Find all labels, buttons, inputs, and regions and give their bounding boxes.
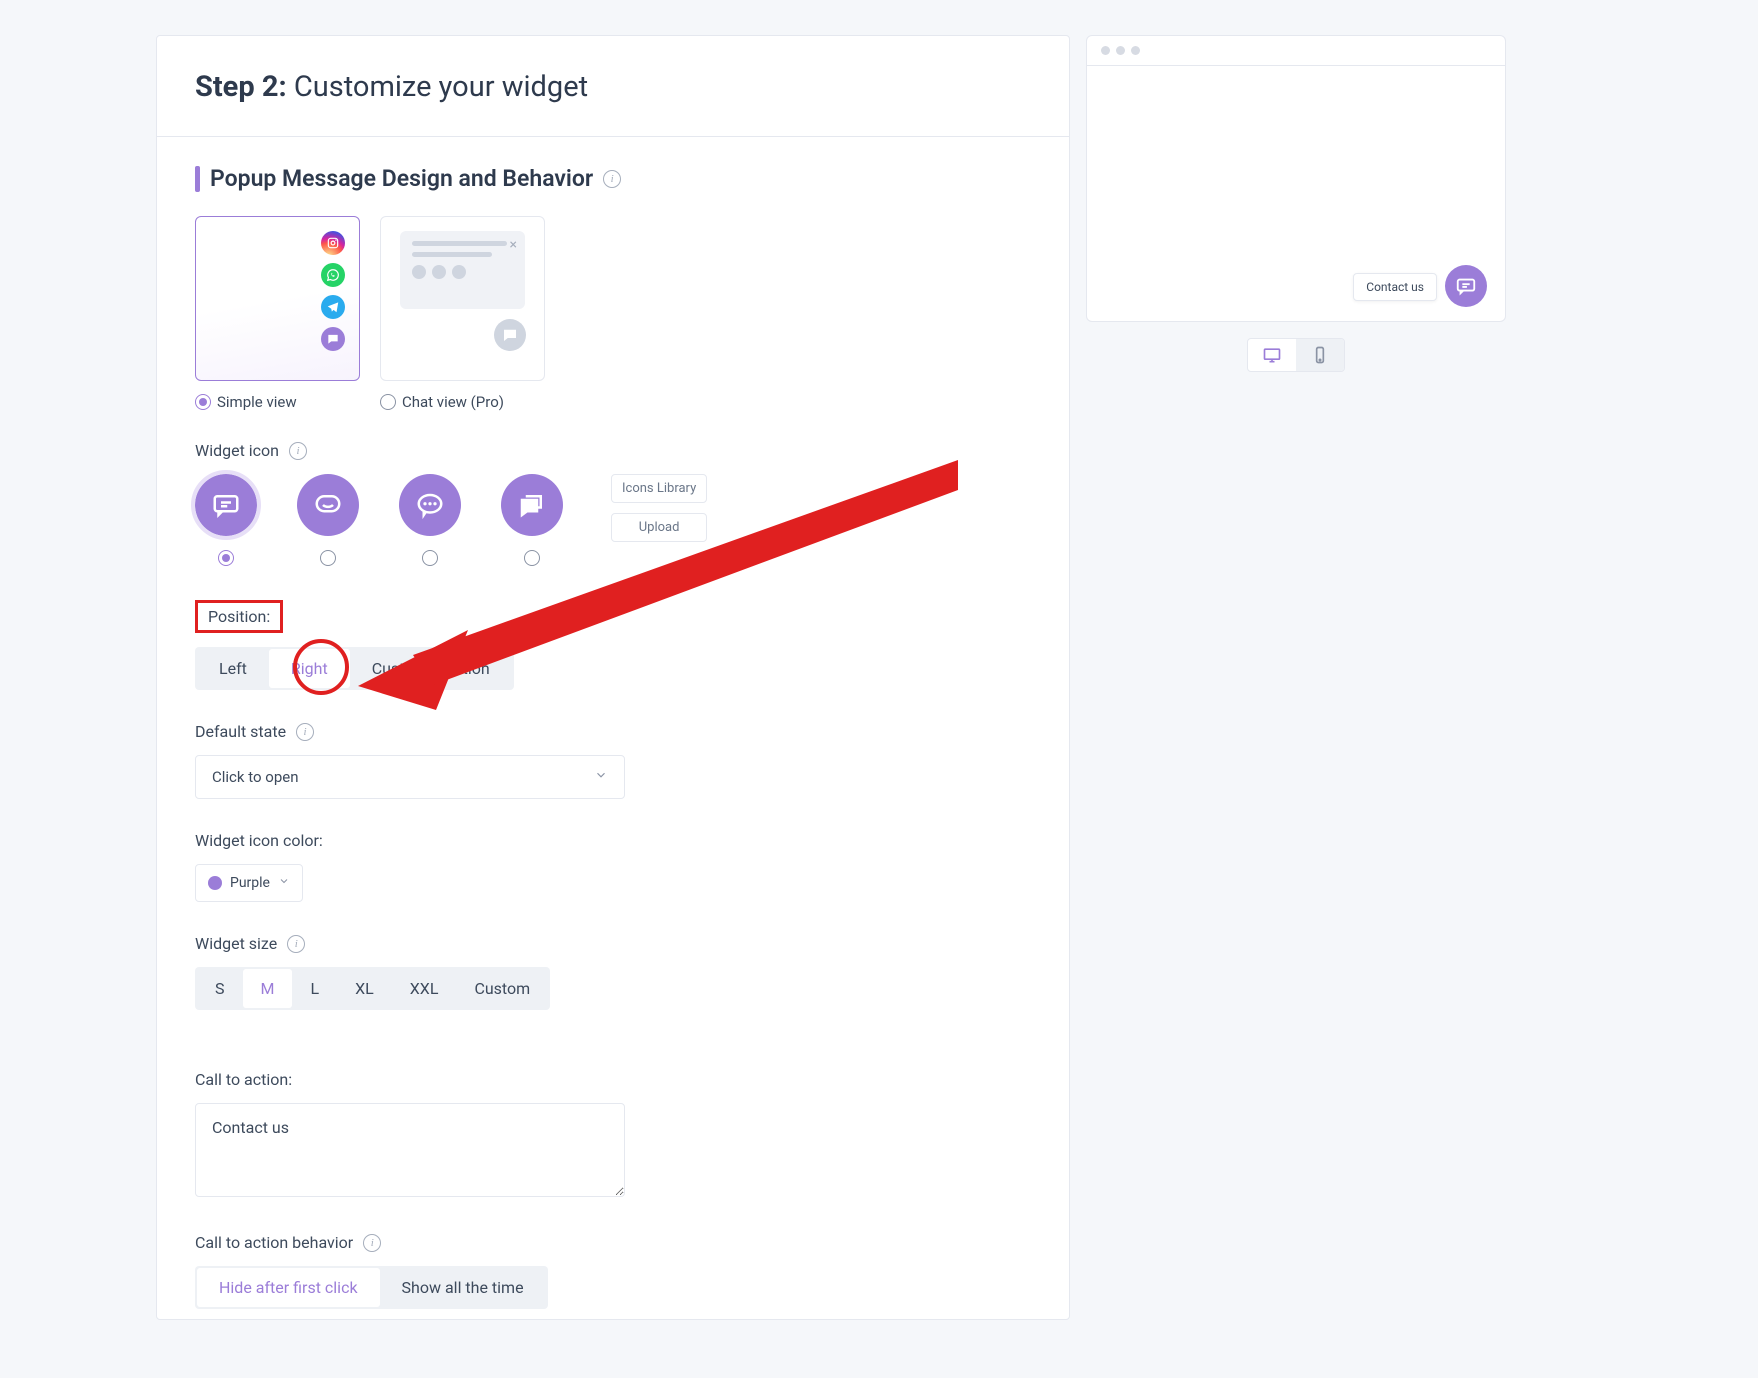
window-dot bbox=[1101, 46, 1110, 55]
widget-color-label: Widget icon color: bbox=[195, 831, 1031, 850]
preview-window-bar bbox=[1087, 36, 1505, 66]
settings-card: Step 2: Customize your widget Popup Mess… bbox=[156, 35, 1070, 1320]
widget-icon-1 bbox=[195, 474, 257, 536]
widget-icon-option-3[interactable] bbox=[399, 474, 461, 566]
device-desktop[interactable] bbox=[1248, 339, 1296, 371]
size-xxl[interactable]: XXL bbox=[392, 969, 457, 1008]
widget-icon-3 bbox=[399, 474, 461, 536]
position-right[interactable]: Right bbox=[269, 649, 350, 688]
radio-icon bbox=[524, 550, 540, 566]
widget-icon-option-4[interactable] bbox=[501, 474, 563, 566]
chat-view-radio[interactable]: Chat view (Pro) bbox=[380, 393, 545, 411]
info-icon[interactable]: i bbox=[296, 723, 314, 741]
whatsapp-icon bbox=[321, 263, 345, 287]
chat-preview-float bbox=[494, 319, 526, 351]
window-dot bbox=[1131, 46, 1140, 55]
color-value: Purple bbox=[230, 875, 270, 891]
cta-textarea[interactable] bbox=[195, 1103, 625, 1197]
chevron-down-icon bbox=[278, 875, 290, 891]
device-switch bbox=[1086, 338, 1506, 372]
section-title: Popup Message Design and Behavior bbox=[210, 165, 593, 192]
position-label: Position: bbox=[208, 607, 270, 626]
default-state-label: Default state i bbox=[195, 722, 1031, 741]
widget-icon-label: Widget icon i bbox=[195, 441, 1031, 460]
radio-icon bbox=[195, 394, 211, 410]
size-m[interactable]: M bbox=[243, 969, 293, 1008]
position-label-highlight: Position: bbox=[195, 600, 283, 633]
widget-color-button[interactable]: Purple bbox=[195, 864, 303, 902]
telegram-icon bbox=[321, 295, 345, 319]
radio-icon bbox=[380, 394, 396, 410]
radio-icon bbox=[320, 550, 336, 566]
upload-button[interactable]: Upload bbox=[611, 513, 707, 542]
widget-icon-option-2[interactable] bbox=[297, 474, 359, 566]
info-icon[interactable]: i bbox=[363, 1234, 381, 1252]
window-dot bbox=[1116, 46, 1125, 55]
close-icon: × bbox=[510, 237, 517, 253]
size-l[interactable]: L bbox=[292, 969, 337, 1008]
size-xl[interactable]: XL bbox=[337, 969, 392, 1008]
info-icon[interactable]: i bbox=[603, 170, 621, 188]
chat-view-label: Chat view (Pro) bbox=[402, 393, 504, 411]
info-icon[interactable]: i bbox=[287, 935, 305, 953]
widget-icon-2 bbox=[297, 474, 359, 536]
preview-window: Contact us bbox=[1086, 35, 1506, 322]
view-row: Simple view × bbox=[195, 216, 1031, 411]
chat-bubble-icon bbox=[321, 327, 345, 351]
simple-view-card bbox=[195, 216, 360, 381]
position-segmented: Left Right Custom Position bbox=[195, 647, 514, 690]
cta-behavior-show[interactable]: Show all the time bbox=[380, 1268, 546, 1307]
device-mobile[interactable] bbox=[1296, 339, 1344, 371]
default-state-select[interactable]: Click to open bbox=[195, 755, 625, 799]
widget-icon-4 bbox=[501, 474, 563, 536]
page-title: Step 2: Customize your widget bbox=[195, 70, 1031, 104]
card-header: Step 2: Customize your widget bbox=[157, 36, 1069, 137]
size-s[interactable]: S bbox=[197, 969, 243, 1008]
widget-icon-option-1[interactable] bbox=[195, 474, 257, 566]
position-custom[interactable]: Custom Position bbox=[350, 649, 512, 688]
preview-body: Contact us bbox=[1087, 66, 1505, 321]
radio-icon bbox=[422, 550, 438, 566]
preview-card: Contact us bbox=[1086, 35, 1506, 372]
view-option-chat[interactable]: × Chat view (Pro) bbox=[380, 216, 545, 411]
preview-cta-pill[interactable]: Contact us bbox=[1353, 273, 1437, 301]
instagram-icon bbox=[321, 231, 345, 255]
size-segmented: S M L XL XXL Custom bbox=[195, 967, 550, 1010]
size-custom[interactable]: Custom bbox=[456, 969, 548, 1008]
cta-label: Call to action: bbox=[195, 1070, 1031, 1089]
info-icon[interactable]: i bbox=[289, 442, 307, 460]
view-option-simple[interactable]: Simple view bbox=[195, 216, 360, 411]
chat-view-card: × bbox=[380, 216, 545, 381]
cta-behavior-hide[interactable]: Hide after first click bbox=[197, 1268, 380, 1307]
widget-icon-row: Icons Library Upload bbox=[195, 474, 1031, 566]
chat-preview-box: × bbox=[400, 231, 525, 309]
section-header: Popup Message Design and Behavior i bbox=[195, 165, 1031, 192]
section-accent bbox=[195, 166, 200, 192]
cta-behavior-segmented: Hide after first click Show all the time bbox=[195, 1266, 548, 1309]
widget-size-label: Widget size i bbox=[195, 934, 1031, 953]
chevron-down-icon bbox=[594, 768, 608, 786]
default-state-value: Click to open bbox=[212, 768, 298, 786]
preview-widget-button[interactable] bbox=[1445, 265, 1487, 307]
position-left[interactable]: Left bbox=[197, 649, 269, 688]
color-swatch bbox=[208, 876, 222, 890]
radio-icon bbox=[218, 550, 234, 566]
simple-view-label: Simple view bbox=[217, 393, 297, 411]
cta-behavior-label: Call to action behavior i bbox=[195, 1233, 1031, 1252]
icons-library-button[interactable]: Icons Library bbox=[611, 474, 707, 503]
simple-view-radio[interactable]: Simple view bbox=[195, 393, 360, 411]
